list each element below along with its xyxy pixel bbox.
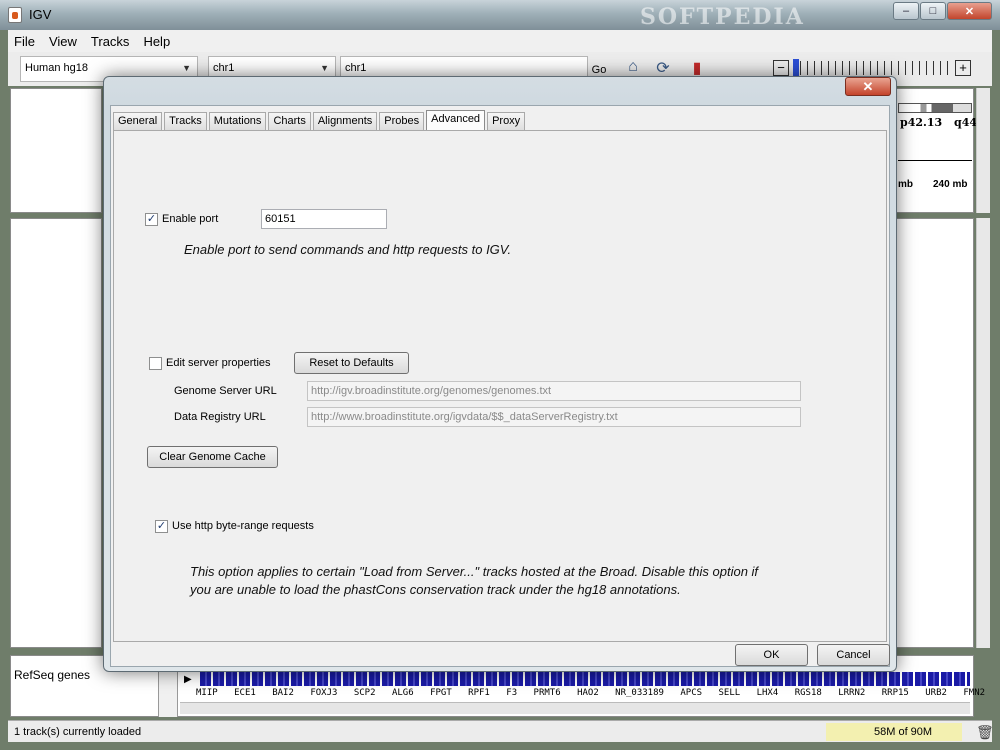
- port-note: Enable port to send commands and http re…: [184, 242, 512, 257]
- igv-app-icon: [8, 7, 22, 23]
- dialog-footer: OK Cancel: [110, 641, 890, 669]
- refresh-icon[interactable]: ⟳: [652, 58, 674, 78]
- maximize-button[interactable]: □: [920, 2, 946, 20]
- gene-label: URB2: [925, 688, 947, 698]
- band-label-end: q44: [954, 116, 977, 129]
- watermark-text: SOFTPEDIA: [640, 4, 805, 30]
- band-label: p42.13: [900, 116, 943, 129]
- data-scrollbar[interactable]: [976, 218, 990, 648]
- ideogram-name-panel: [10, 88, 102, 213]
- gene-label: HAO2: [577, 688, 599, 698]
- genome-server-label: Genome Server URL: [174, 385, 277, 397]
- home-icon[interactable]: ⌂: [622, 58, 644, 78]
- gene-label: FOXJ3: [310, 688, 338, 698]
- tab-mutations[interactable]: Mutations: [208, 112, 267, 130]
- tab-alignments[interactable]: Alignments: [312, 112, 378, 130]
- menu-tracks[interactable]: Tracks: [91, 34, 130, 49]
- gene-label: LHX4: [756, 688, 779, 698]
- tab-general[interactable]: General: [113, 112, 163, 130]
- feature-track-name[interactable]: RefSeq genes: [14, 668, 90, 682]
- dialog-close-button[interactable]: ✕: [845, 77, 891, 96]
- status-bar: 1 track(s) currently loaded 58M of 90M 🗑: [8, 720, 994, 742]
- data-registry-input[interactable]: http://www.broadinstitute.org/igvdata/$$…: [307, 407, 801, 427]
- gene-features[interactable]: [200, 672, 970, 686]
- edit-server-checkbox[interactable]: [149, 357, 162, 370]
- dialog-body: General Tracks Mutations Charts Alignmen…: [110, 105, 890, 667]
- byte-range-note-line1: This option applies to certain "Load fro…: [190, 564, 759, 579]
- tab-tracks[interactable]: Tracks: [164, 112, 207, 130]
- gene-label: SCP2: [353, 688, 376, 698]
- menu-help[interactable]: Help: [143, 34, 170, 49]
- gene-label: F3: [506, 688, 518, 698]
- port-input[interactable]: 60151: [261, 209, 387, 229]
- advanced-tab-content: ✓ Enable port 60151 Enable port to send …: [113, 130, 887, 642]
- gene-label: RGS18: [794, 688, 822, 698]
- chevron-down-icon: ▼: [182, 63, 191, 73]
- tab-advanced[interactable]: Advanced: [426, 110, 486, 130]
- ruler-line: [898, 160, 972, 161]
- gene-label: ECE1: [234, 688, 256, 698]
- region-of-interest-icon[interactable]: ▮: [686, 58, 708, 78]
- zoom-out-button[interactable]: −: [773, 60, 789, 76]
- menu-bar: File View Tracks Help: [8, 30, 992, 52]
- data-track-panel: [896, 218, 974, 648]
- gene-label: MIIP: [196, 688, 218, 698]
- gene-label: APCS: [680, 688, 703, 698]
- status-message: 1 track(s) currently loaded: [14, 726, 142, 738]
- clear-genome-cache-button[interactable]: Clear Genome Cache: [147, 446, 278, 468]
- ok-button[interactable]: OK: [735, 644, 808, 666]
- enable-port-label: Enable port: [162, 213, 219, 225]
- cancel-button[interactable]: Cancel: [817, 644, 890, 666]
- trash-icon[interactable]: 🗑: [976, 724, 994, 741]
- window-title: IGV: [29, 7, 52, 22]
- close-window-button[interactable]: ✕: [947, 2, 992, 20]
- genome-server-input[interactable]: http://igv.broadinstitute.org/genomes/ge…: [307, 381, 801, 401]
- genome-value: Human hg18: [25, 62, 88, 74]
- tab-charts[interactable]: Charts: [268, 112, 311, 130]
- byte-range-checkbox[interactable]: ✓: [155, 520, 168, 533]
- window-titlebar: IGV SOFTPEDIA – □ ✕: [0, 0, 1000, 30]
- gene-label: FMN2: [963, 688, 986, 698]
- chromosome-value: chr1: [213, 62, 235, 74]
- gene-label: BAI2: [272, 688, 294, 698]
- preferences-dialog: ✕ General Tracks Mutations Charts Alignm…: [103, 76, 897, 672]
- ruler-label: mb: [898, 179, 913, 190]
- zoom-slider-thumb[interactable]: [793, 59, 799, 77]
- play-arrow-icon: ▶: [184, 674, 192, 685]
- memory-indicator[interactable]: 58M of 90M: [826, 723, 962, 741]
- feature-horizontal-scrollbar[interactable]: [180, 702, 970, 714]
- reset-defaults-button[interactable]: Reset to Defaults: [294, 352, 409, 374]
- gene-label: ALG6: [391, 688, 414, 698]
- preferences-tabs: General Tracks Mutations Charts Alignmen…: [113, 110, 527, 130]
- gene-label: RPF1: [468, 688, 490, 698]
- gene-labels: MIIP ECE1 BAI2 FOXJ3 SCP2 ALG6 FPGT RPF1…: [196, 688, 996, 698]
- chevron-down-icon: ▼: [320, 63, 329, 73]
- byte-range-note-line2: you are unable to load the phastCons con…: [190, 582, 681, 597]
- tab-proxy[interactable]: Proxy: [487, 112, 526, 130]
- ruler-label-end: 240 mb: [933, 179, 968, 190]
- data-track-names-panel: [10, 218, 102, 648]
- chromosome-ideogram[interactable]: [898, 103, 972, 113]
- edit-server-label: Edit server properties: [166, 357, 271, 369]
- gene-label: NR_033189: [615, 688, 664, 698]
- gene-label: PRMT6: [533, 688, 561, 698]
- gene-label: LRRN2: [838, 688, 866, 698]
- zoom-in-button[interactable]: +: [955, 60, 971, 76]
- ideogram-scrollbar[interactable]: [976, 88, 990, 213]
- gene-label: FPGT: [430, 688, 452, 698]
- byte-range-label: Use http byte-range requests: [172, 520, 314, 532]
- tab-probes[interactable]: Probes: [379, 112, 425, 130]
- enable-port-checkbox[interactable]: ✓: [145, 213, 158, 226]
- gene-label: SELL: [718, 688, 741, 698]
- zoom-slider[interactable]: [793, 59, 951, 77]
- gene-label: RRP15: [881, 688, 909, 698]
- menu-file[interactable]: File: [14, 34, 35, 49]
- menu-view[interactable]: View: [49, 34, 77, 49]
- data-registry-label: Data Registry URL: [174, 411, 266, 423]
- minimize-button[interactable]: –: [893, 2, 919, 20]
